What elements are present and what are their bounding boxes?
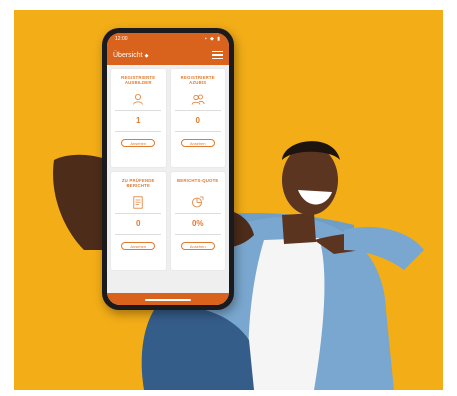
divider xyxy=(115,233,162,235)
dashboard-grid: REGISTRIERTE AUSBILDER 1 Ansehen REGISTR… xyxy=(107,65,229,274)
title-indicator-icon: ◆ xyxy=(144,52,149,59)
head xyxy=(282,145,338,215)
hamburger-menu-icon[interactable] xyxy=(212,51,223,59)
view-button[interactable]: Ansehen xyxy=(121,242,156,251)
view-button[interactable]: Ansehen xyxy=(180,242,215,251)
divider xyxy=(115,213,162,214)
page-title-text: Übersicht xyxy=(113,51,143,59)
card-value: 1 xyxy=(136,115,141,125)
page-title: Übersicht ◆ xyxy=(113,52,148,59)
divider xyxy=(174,213,221,214)
divider xyxy=(115,110,162,111)
card-reports-to-check: ZU PRÜFENDE BERICHTE 0 Ansehen xyxy=(111,172,166,270)
user-icon xyxy=(132,92,144,106)
document-icon xyxy=(133,195,143,209)
bottom-bar xyxy=(107,293,229,305)
card-value: 0% xyxy=(191,218,204,228)
chart-icon xyxy=(191,195,204,209)
divider xyxy=(115,130,162,132)
card-report-rate: BERICHTS-QUOTE 0% Ansehen xyxy=(170,172,225,270)
divider xyxy=(174,110,221,111)
app-header: 12:00 ▪ ◆ ▮ Übersicht ◆ xyxy=(107,33,229,65)
card-title: ZU PRÜFENDE BERICHTE xyxy=(121,178,155,189)
card-title: BERICHTS-QUOTE xyxy=(177,178,219,183)
divider xyxy=(174,233,221,235)
status-bar: 12:00 ▪ ◆ ▮ xyxy=(107,33,229,45)
divider xyxy=(174,130,221,132)
card-title: REGISTRIERTE AZUBIS xyxy=(180,75,215,86)
status-icons: ▪ ◆ ▮ xyxy=(204,36,221,42)
view-button[interactable]: Ansehen xyxy=(121,139,156,148)
status-time: 12:00 xyxy=(115,36,128,42)
view-button[interactable]: Ansehen xyxy=(180,139,215,148)
photo-background: 12:00 ▪ ◆ ▮ Übersicht ◆ REGISTRIERTE AUSB… xyxy=(14,10,443,390)
users-icon xyxy=(191,92,205,106)
card-title: REGISTRIERTE AUSBILDER xyxy=(121,75,156,86)
phone-screen: 12:00 ▪ ◆ ▮ Übersicht ◆ REGISTRIERTE AUSB… xyxy=(107,33,229,305)
home-indicator[interactable] xyxy=(145,299,191,301)
card-registered-trainers: REGISTRIERTE AUSBILDER 1 Ansehen xyxy=(111,69,166,167)
smartphone: 12:00 ▪ ◆ ▮ Übersicht ◆ REGISTRIERTE AUSB… xyxy=(102,28,234,310)
card-value: 0 xyxy=(195,115,200,125)
card-registered-apprentices: REGISTRIERTE AZUBIS 0 Ansehen xyxy=(170,69,225,167)
neck xyxy=(282,213,316,244)
card-value: 0 xyxy=(136,218,141,228)
title-bar: Übersicht ◆ xyxy=(107,45,229,65)
undershirt xyxy=(248,238,325,390)
